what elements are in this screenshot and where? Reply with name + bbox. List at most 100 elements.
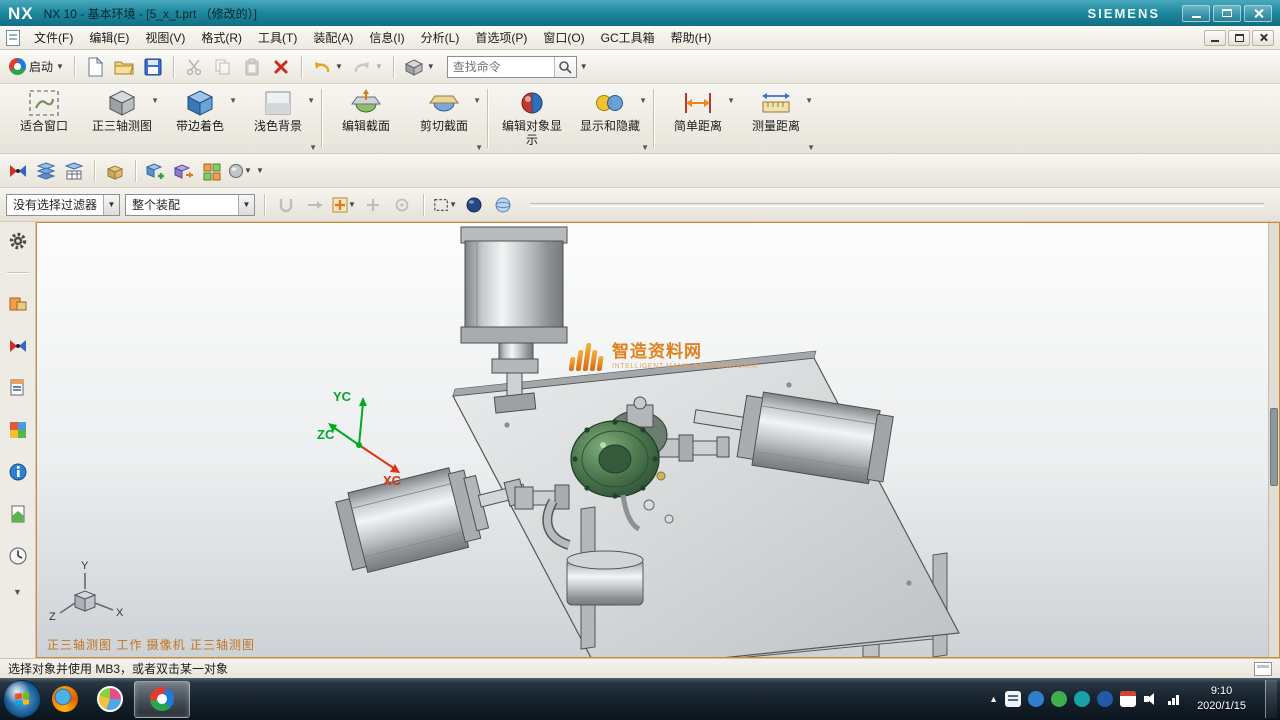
gallery-expand-icon[interactable]: ▼	[807, 143, 815, 152]
chevron-down-icon[interactable]: ▼	[307, 96, 315, 105]
info-icon[interactable]	[5, 459, 31, 485]
menu-format[interactable]: 格式(R)	[193, 26, 250, 49]
snap-point-button[interactable]	[274, 193, 298, 217]
chevron-down-icon[interactable]: ▼	[727, 96, 735, 105]
view-orientation-button[interactable]: ▼	[401, 54, 438, 80]
redo-button[interactable]: ▼	[349, 54, 386, 80]
gallery-expand-icon[interactable]: ▼	[309, 143, 317, 152]
wave-geometry-button[interactable]	[34, 159, 58, 183]
gallery-expand-icon[interactable]: ▼	[475, 143, 483, 152]
browser-tray-icon[interactable]	[1097, 691, 1113, 707]
network-icon[interactable]	[1166, 691, 1182, 707]
start-button[interactable]	[3, 680, 41, 718]
add-component-button[interactable]	[144, 159, 168, 183]
shaded-with-edges-button[interactable]: 带边着色 ▼	[161, 84, 239, 153]
measure-distance-button[interactable]: 测量距离 ▼	[737, 84, 815, 153]
hidden-icons-chevron[interactable]: ▲	[989, 694, 998, 704]
edit-section-button[interactable]: 编辑截面	[327, 84, 405, 153]
cut-button[interactable]	[181, 54, 207, 80]
scrollbar-thumb[interactable]	[1270, 408, 1278, 486]
snap-plus-button[interactable]	[361, 193, 385, 217]
chevron-down-icon[interactable]: ▼	[229, 96, 237, 105]
cloud-tray-icon[interactable]	[1074, 691, 1090, 707]
layers-palette-icon[interactable]	[5, 417, 31, 443]
taskbar-clock[interactable]: 9:10 2020/1/15	[1189, 684, 1254, 714]
wireframe-sphere-button[interactable]	[491, 193, 515, 217]
toolbar-overflow-icon[interactable]: ▼	[256, 167, 264, 175]
statusbar-window-icon[interactable]	[1254, 662, 1272, 676]
close-button[interactable]	[1244, 5, 1272, 22]
minimize-button[interactable]	[1182, 5, 1210, 22]
chevron-down-icon[interactable]: ▼	[473, 96, 481, 105]
snap-target-button[interactable]	[390, 193, 414, 217]
wcs-triad[interactable]: YC ZC XC	[317, 389, 402, 488]
nx-taskbar-button[interactable]	[134, 681, 190, 718]
menu-edit[interactable]: 编辑(E)	[81, 26, 137, 49]
chevron-down-icon[interactable]: ▼	[580, 63, 588, 71]
child-restore-button[interactable]	[1228, 30, 1250, 46]
antivirus-tray-icon[interactable]	[1051, 691, 1067, 707]
start-menu-button[interactable]: 启动 ▼	[6, 54, 67, 80]
volume-icon[interactable]	[1143, 691, 1159, 707]
show-hide-button[interactable]: 显示和隐藏 ▼	[571, 84, 649, 153]
light-background-button[interactable]: 浅色背景 ▼	[239, 84, 317, 153]
find-command-input[interactable]	[448, 60, 554, 74]
menu-file[interactable]: 文件(F)	[26, 26, 81, 49]
menu-preferences[interactable]: 首选项(P)	[467, 26, 535, 49]
move-component-button[interactable]	[172, 159, 196, 183]
show-desktop-button[interactable]	[1265, 680, 1277, 718]
trimetric-view-button[interactable]: 正三轴测图 ▼	[83, 84, 161, 153]
part-document-icon[interactable]	[6, 30, 20, 46]
pattern-component-button[interactable]	[200, 159, 224, 183]
menu-help[interactable]: 帮助(H)	[663, 26, 720, 49]
child-close-button[interactable]	[1252, 30, 1274, 46]
menu-information[interactable]: 信息(I)	[361, 26, 412, 49]
copy-button[interactable]	[210, 54, 236, 80]
assembly-sequence-button[interactable]	[62, 159, 86, 183]
graphics-area[interactable]: YC ZC XC Y X Z	[36, 222, 1280, 658]
history-clock-icon[interactable]	[5, 543, 31, 569]
help-doc-icon[interactable]	[5, 501, 31, 527]
menu-assemblies[interactable]: 装配(A)	[305, 26, 361, 49]
constraint-gallery-button[interactable]: ▼	[228, 159, 252, 183]
chevron-down-icon[interactable]: ▼	[639, 96, 647, 105]
open-file-button[interactable]	[111, 54, 137, 80]
paste-button[interactable]	[239, 54, 265, 80]
chevron-down-icon[interactable]: ▼	[151, 96, 159, 105]
menu-view[interactable]: 视图(V)	[137, 26, 193, 49]
assembly-constraints-button[interactable]	[6, 159, 30, 183]
find-command-button[interactable]	[554, 57, 576, 77]
firefox-taskbar-button[interactable]	[44, 680, 86, 718]
save-button[interactable]	[140, 54, 166, 80]
restore-button[interactable]	[1213, 5, 1241, 22]
simple-distance-button[interactable]: 简单距离 ▼	[659, 84, 737, 153]
point-dialog-button[interactable]: ▼	[332, 193, 356, 217]
constraint-navigator-icon[interactable]	[5, 333, 31, 359]
snap-arrows-button[interactable]	[303, 193, 327, 217]
menu-analysis[interactable]: 分析(L)	[413, 26, 468, 49]
clip-section-button[interactable]: 剪切截面 ▼	[405, 84, 483, 153]
app-taskbar-button[interactable]	[89, 680, 131, 718]
child-minimize-button[interactable]	[1204, 30, 1226, 46]
roles-gear-icon[interactable]	[5, 228, 31, 254]
gallery-expand-icon[interactable]: ▼	[641, 143, 649, 152]
edit-object-display-button[interactable]: 编辑对象显示	[493, 84, 571, 153]
menu-window[interactable]: 窗口(O)	[535, 26, 592, 49]
sidebar-more-chevron[interactable]: ▼	[13, 587, 22, 597]
ime-indicator-icon[interactable]	[1005, 691, 1021, 707]
selection-filter-dropdown[interactable]: 没有选择过滤器 ▼	[6, 194, 120, 216]
model-canvas[interactable]: YC ZC XC Y X Z	[37, 223, 1279, 657]
new-file-button[interactable]	[82, 54, 108, 80]
fit-window-button[interactable]: 适合窗口	[5, 84, 83, 153]
viewport-scrollbar[interactable]	[1268, 223, 1279, 657]
menu-tools[interactable]: 工具(T)	[250, 26, 305, 49]
chevron-down-icon[interactable]: ▼	[805, 96, 813, 105]
assembly-navigator-icon[interactable]	[5, 291, 31, 317]
delete-button[interactable]	[268, 54, 294, 80]
open-component-button[interactable]	[103, 159, 127, 183]
shaded-sphere-button[interactable]	[462, 193, 486, 217]
selection-scope-dropdown[interactable]: 整个装配 ▼	[125, 194, 255, 216]
menu-gc-toolbox[interactable]: GC工具箱	[593, 26, 663, 49]
calendar-tray-icon[interactable]	[1120, 691, 1136, 707]
messenger-tray-icon[interactable]	[1028, 691, 1044, 707]
